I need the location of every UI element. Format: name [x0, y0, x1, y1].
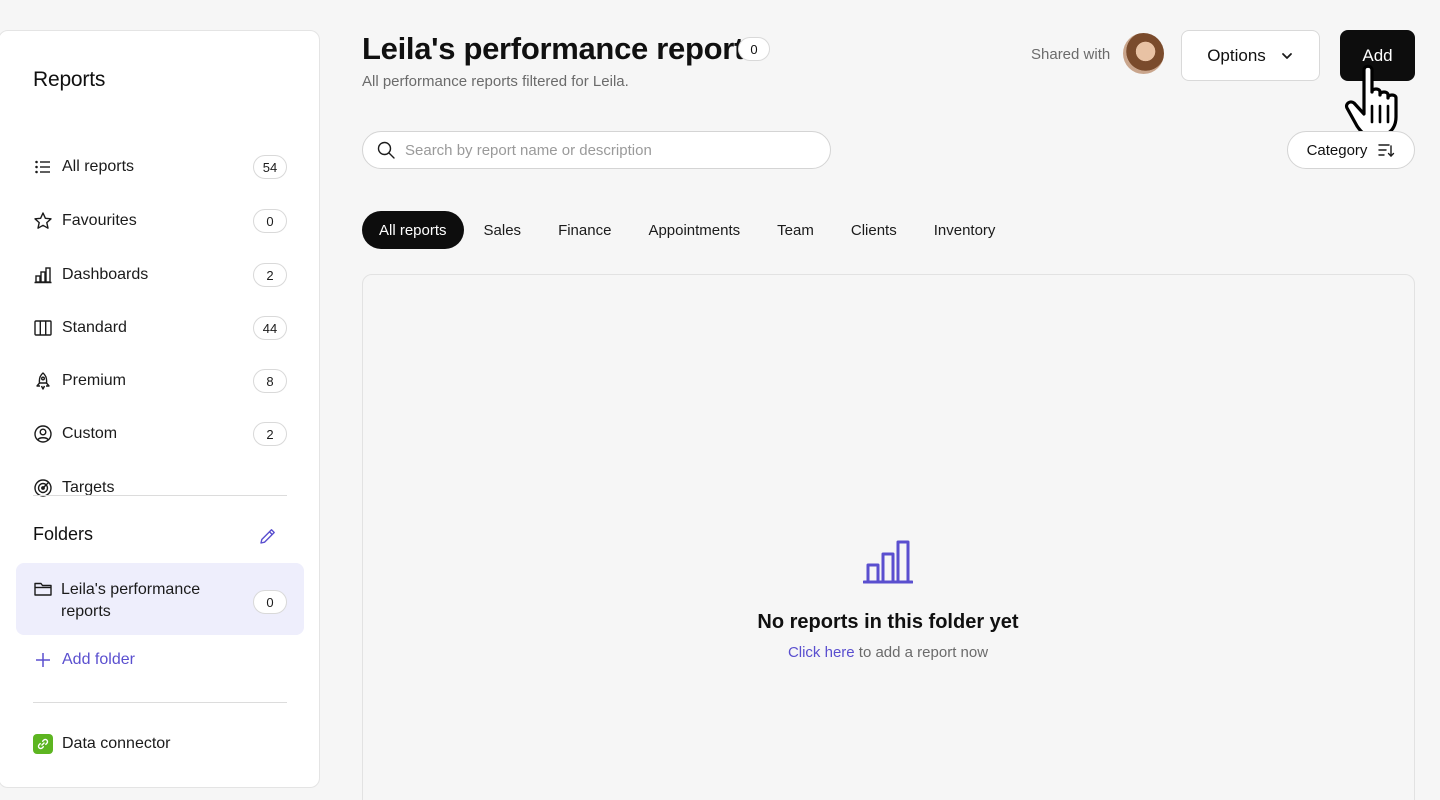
sidebar-item-premium[interactable]: Premium 8	[33, 367, 287, 395]
sidebar-item-targets[interactable]: Targets	[33, 474, 287, 502]
avatar[interactable]	[1123, 33, 1164, 74]
sidebar-item-label: Premium	[62, 372, 127, 389]
count-badge: 2	[253, 422, 287, 446]
divider	[33, 702, 287, 703]
sidebar: Reports All reports 54 Favourites 0 Dash…	[0, 30, 320, 788]
count-badge: 0	[253, 209, 287, 233]
add-button[interactable]: Add	[1340, 30, 1415, 81]
sidebar-item-label: Favourites	[62, 212, 137, 229]
empty-state-subtitle: Click here to add a report now	[0, 644, 1440, 661]
pencil-icon[interactable]	[258, 526, 278, 546]
star-icon	[33, 211, 53, 231]
sidebar-item-standard[interactable]: Standard 44	[33, 314, 287, 342]
sidebar-item-label: All reports	[62, 158, 135, 175]
shared-with-label: Shared with	[1031, 46, 1111, 63]
user-circle-icon	[33, 424, 53, 444]
columns-icon	[33, 318, 53, 338]
empty-state-title: No reports in this folder yet	[757, 611, 1019, 633]
sidebar-item-favourites[interactable]: Favourites 0	[33, 207, 287, 235]
bar-chart-icon	[863, 540, 913, 584]
reports-panel	[362, 274, 1415, 800]
divider	[33, 495, 287, 496]
title-count-badge: 0	[738, 37, 770, 61]
page-title: Leila's performance reports	[362, 31, 761, 66]
chevron-down-icon	[1280, 49, 1294, 63]
list-icon	[33, 157, 53, 177]
tab-sales[interactable]: Sales	[467, 211, 539, 249]
search-box	[362, 131, 831, 169]
search-input[interactable]	[405, 141, 805, 159]
rocket-icon	[33, 371, 53, 391]
tab-appointments[interactable]: Appointments	[631, 211, 757, 249]
count-badge: 2	[253, 263, 287, 287]
sidebar-title: Reports	[33, 68, 106, 91]
count-badge: 54	[253, 155, 287, 179]
empty-state-rest: to add a report now	[854, 644, 989, 661]
link-icon	[33, 734, 53, 754]
tab-all-reports[interactable]: All reports	[362, 211, 464, 249]
sidebar-item-label: Standard	[62, 319, 127, 336]
category-sort-button[interactable]: Category	[1287, 131, 1415, 169]
sidebar-item-label: Dashboards	[62, 266, 149, 283]
count-badge: 44	[253, 316, 287, 340]
tab-team[interactable]: Team	[760, 211, 831, 249]
category-tabs: All reports Sales Finance Appointments T…	[362, 211, 1015, 249]
search-icon	[376, 140, 396, 160]
sidebar-item-all-reports[interactable]: All reports 54	[33, 153, 287, 181]
options-button[interactable]: Options	[1181, 30, 1320, 81]
category-label: Category	[1306, 141, 1368, 159]
sidebar-item-custom[interactable]: Custom 2	[33, 420, 287, 448]
page-subtitle: All performance reports filtered for Lei…	[362, 73, 629, 90]
tab-inventory[interactable]: Inventory	[917, 211, 1013, 249]
bar-chart-icon	[33, 265, 53, 285]
tab-clients[interactable]: Clients	[834, 211, 914, 249]
sidebar-item-dashboards[interactable]: Dashboards 2	[33, 261, 287, 289]
folder-icon	[33, 579, 53, 599]
data-connector-label: Data connector	[62, 735, 171, 752]
folders-title: Folders	[33, 524, 94, 544]
data-connector-item[interactable]: Data connector	[33, 734, 171, 754]
options-label: Options	[1207, 45, 1266, 65]
count-badge: 8	[253, 369, 287, 393]
sidebar-item-label: Custom	[62, 425, 118, 442]
add-label: Add	[1362, 45, 1393, 65]
click-here-link[interactable]: Click here	[788, 644, 855, 661]
sort-icon	[1377, 141, 1395, 159]
tab-finance[interactable]: Finance	[541, 211, 628, 249]
